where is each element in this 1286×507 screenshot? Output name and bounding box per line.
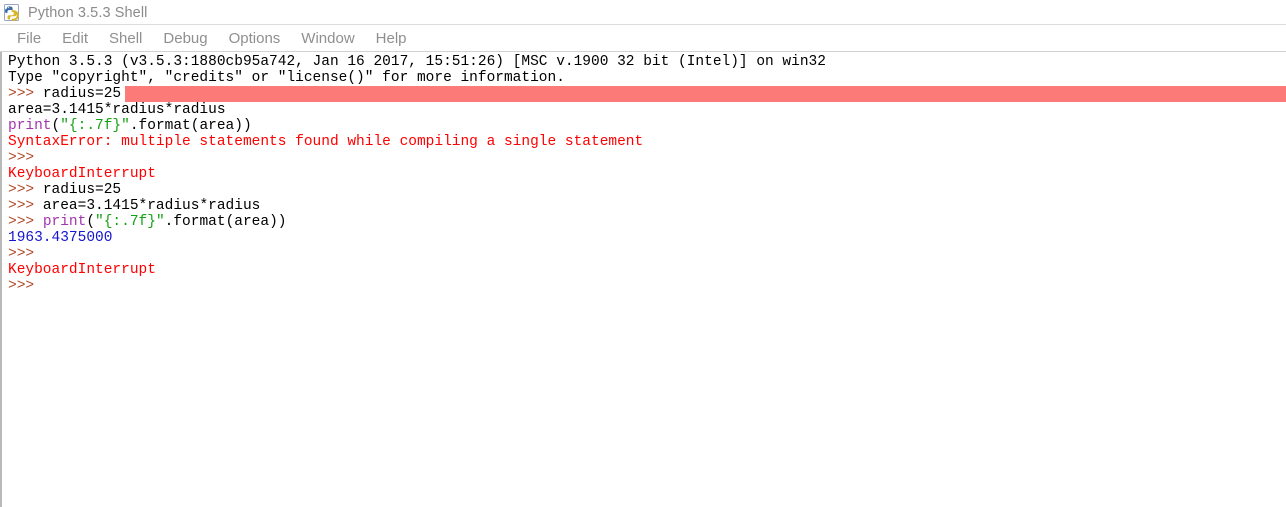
python-shell-window: Python 3.5.3 Shell File Edit Shell Debug Opt…	[0, 0, 1286, 507]
console-text-prompt: >>>	[8, 86, 43, 102]
console-text-prompt: >>>	[8, 150, 43, 166]
python-idle-icon	[4, 3, 22, 22]
console-line: Python 3.5.3 (v3.5.3:1880cb95a742, Jan 1…	[8, 54, 1286, 70]
console-text-default: (	[51, 118, 61, 134]
console-line: >>> radius=25	[8, 182, 1286, 198]
console-text-string: "{:.7f}"	[95, 214, 165, 230]
console-line: >>> print("{:.7f}".format(area))	[8, 214, 1286, 230]
console-text-prompt: >>>	[8, 198, 43, 214]
shell-text[interactable]: Python 3.5.3 (v3.5.3:1880cb95a742, Jan 1…	[2, 52, 1286, 294]
title-bar: Python 3.5.3 Shell	[0, 0, 1286, 25]
console-text-default: .format(area))	[164, 214, 287, 230]
console-text-default: area=3.1415*radius*radius	[8, 102, 226, 118]
console-text-output: 1963.4375000	[8, 230, 113, 246]
console-line: >>> radius=25	[8, 86, 1286, 102]
console-line: 1963.4375000	[8, 230, 1286, 246]
shell-output-area[interactable]: Python 3.5.3 (v3.5.3:1880cb95a742, Jan 1…	[0, 52, 1286, 507]
console-line: area=3.1415*radius*radius	[8, 102, 1286, 118]
console-line: >>> area=3.1415*radius*radius	[8, 198, 1286, 214]
console-text-default: Python 3.5.3 (v3.5.3:1880cb95a742, Jan 1…	[8, 54, 826, 70]
console-text-default: radius=25	[42, 86, 122, 102]
console-text-prompt: >>>	[8, 182, 43, 198]
console-text-default: (	[86, 214, 96, 230]
console-text-error: SyntaxError: multiple statements found w…	[8, 134, 644, 150]
console-text-default: area=3.1415*radius*radius	[42, 198, 261, 214]
console-line: >>>	[8, 150, 1286, 166]
menu-help[interactable]: Help	[366, 28, 418, 49]
menu-edit[interactable]: Edit	[52, 28, 99, 49]
console-line: KeyboardInterrupt	[8, 262, 1286, 278]
console-text-default: radius=25	[42, 182, 122, 198]
console-text-prompt: >>>	[8, 278, 43, 294]
console-text-prompt: >>>	[8, 246, 43, 262]
console-text-default: Type "copyright", "credits" or "license(…	[8, 70, 565, 86]
menu-debug[interactable]: Debug	[153, 28, 218, 49]
console-text-keyword: print	[8, 118, 52, 134]
console-line: >>>	[8, 278, 1286, 294]
console-text-prompt: >>>	[8, 214, 43, 230]
console-line: print("{:.7f}".format(area))	[8, 118, 1286, 134]
console-text-error: KeyboardInterrupt	[8, 166, 156, 182]
console-text-string: "{:.7f}"	[60, 118, 130, 134]
menu-shell[interactable]: Shell	[99, 28, 153, 49]
console-line: >>>	[8, 246, 1286, 262]
console-text-keyword: print	[42, 214, 87, 230]
console-text-error: KeyboardInterrupt	[8, 262, 156, 278]
selection-highlight	[125, 86, 1286, 102]
menu-bar: File Edit Shell Debug Options Window Help	[0, 25, 1286, 52]
console-text-default: .format(area))	[129, 118, 252, 134]
menu-file[interactable]: File	[7, 28, 52, 49]
console-line: KeyboardInterrupt	[8, 166, 1286, 182]
window-title: Python 3.5.3 Shell	[28, 4, 148, 21]
menu-window[interactable]: Window	[291, 28, 365, 49]
console-line: SyntaxError: multiple statements found w…	[8, 134, 1286, 150]
console-line: Type "copyright", "credits" or "license(…	[8, 70, 1286, 86]
menu-options[interactable]: Options	[219, 28, 292, 49]
